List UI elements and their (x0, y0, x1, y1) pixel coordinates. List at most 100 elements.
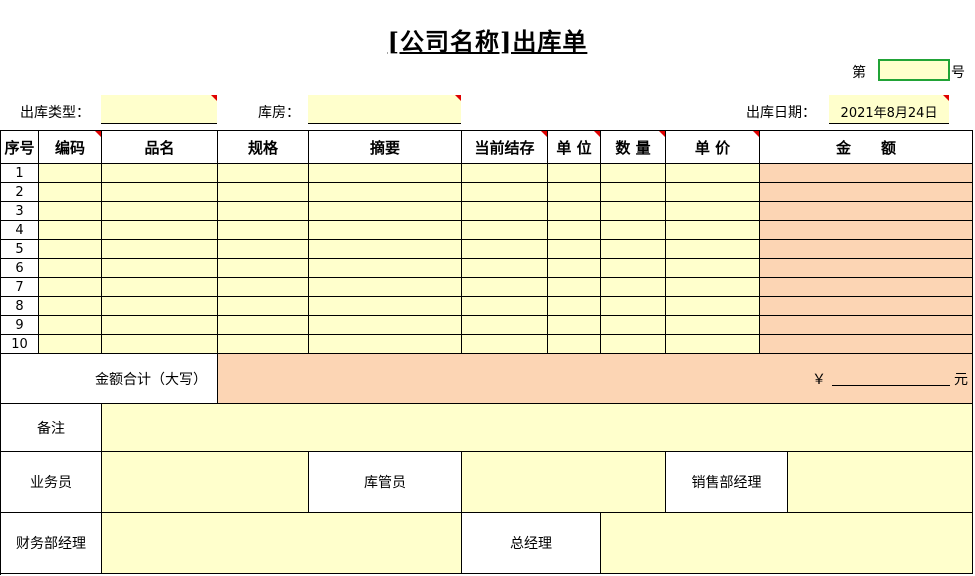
code-input[interactable] (39, 183, 102, 202)
summary-input[interactable] (309, 164, 462, 183)
qty-input[interactable] (601, 278, 666, 297)
price-input[interactable] (666, 240, 760, 259)
summary-input[interactable] (309, 259, 462, 278)
spec-input[interactable] (218, 316, 309, 335)
amount-input[interactable] (760, 259, 973, 278)
summary-input[interactable] (309, 278, 462, 297)
unit-input[interactable] (548, 202, 601, 221)
spec-input[interactable] (218, 183, 309, 202)
summary-input[interactable] (309, 335, 462, 354)
unit-input[interactable] (548, 316, 601, 335)
code-input[interactable] (39, 240, 102, 259)
balance-input[interactable] (462, 278, 548, 297)
spec-input[interactable] (218, 335, 309, 354)
amount-input[interactable] (760, 316, 973, 335)
spec-input[interactable] (218, 164, 309, 183)
outbound-type-input[interactable] (101, 95, 217, 124)
summary-input[interactable] (309, 221, 462, 240)
balance-input[interactable] (462, 297, 548, 316)
code-input[interactable] (39, 202, 102, 221)
balance-input[interactable] (462, 316, 548, 335)
code-input[interactable] (39, 278, 102, 297)
summary-input[interactable] (309, 202, 462, 221)
price-input[interactable] (666, 335, 760, 354)
name-input[interactable] (102, 316, 218, 335)
price-input[interactable] (666, 221, 760, 240)
unit-input[interactable] (548, 221, 601, 240)
name-input[interactable] (102, 202, 218, 221)
balance-input[interactable] (462, 221, 548, 240)
spec-input[interactable] (218, 202, 309, 221)
sales-manager-input[interactable] (788, 452, 973, 513)
price-input[interactable] (666, 259, 760, 278)
price-input[interactable] (666, 297, 760, 316)
unit-input[interactable] (548, 183, 601, 202)
balance-input[interactable] (462, 164, 548, 183)
qty-input[interactable] (601, 183, 666, 202)
spec-input[interactable] (218, 297, 309, 316)
code-input[interactable] (39, 259, 102, 278)
balance-input[interactable] (462, 259, 548, 278)
amount-input[interactable] (760, 164, 973, 183)
price-input[interactable] (666, 164, 760, 183)
finance-manager-input[interactable] (102, 513, 462, 574)
summary-input[interactable] (309, 183, 462, 202)
price-input[interactable] (666, 316, 760, 335)
qty-input[interactable] (601, 335, 666, 354)
amount-input[interactable] (760, 240, 973, 259)
amount-input[interactable] (760, 335, 973, 354)
remarks-input[interactable] (102, 404, 973, 452)
warehouse-input[interactable] (308, 95, 461, 124)
gm-input[interactable] (601, 513, 973, 574)
amount-input[interactable] (760, 221, 973, 240)
spec-input[interactable] (218, 240, 309, 259)
balance-input[interactable] (462, 335, 548, 354)
name-input[interactable] (102, 278, 218, 297)
unit-input[interactable] (548, 240, 601, 259)
name-input[interactable] (102, 259, 218, 278)
summary-input[interactable] (309, 297, 462, 316)
unit-input[interactable] (548, 164, 601, 183)
summary-input[interactable] (309, 240, 462, 259)
spec-input[interactable] (218, 278, 309, 297)
unit-input[interactable] (548, 335, 601, 354)
qty-input[interactable] (601, 164, 666, 183)
qty-input[interactable] (601, 221, 666, 240)
keeper-input[interactable] (462, 452, 666, 513)
salesperson-input[interactable] (102, 452, 309, 513)
unit-input[interactable] (548, 278, 601, 297)
qty-input[interactable] (601, 297, 666, 316)
name-input[interactable] (102, 240, 218, 259)
unit-input[interactable] (548, 259, 601, 278)
price-input[interactable] (666, 183, 760, 202)
price-input[interactable] (666, 202, 760, 221)
code-input[interactable] (39, 164, 102, 183)
amount-input[interactable] (760, 297, 973, 316)
name-input[interactable] (102, 164, 218, 183)
name-input[interactable] (102, 297, 218, 316)
price-input[interactable] (666, 278, 760, 297)
code-input[interactable] (39, 316, 102, 335)
qty-input[interactable] (601, 202, 666, 221)
balance-input[interactable] (462, 202, 548, 221)
spec-input[interactable] (218, 259, 309, 278)
amount-input[interactable] (760, 202, 973, 221)
unit-input[interactable] (548, 297, 601, 316)
name-input[interactable] (102, 221, 218, 240)
amount-input[interactable] (760, 278, 973, 297)
balance-input[interactable] (462, 240, 548, 259)
amount-input[interactable] (760, 183, 973, 202)
code-input[interactable] (39, 297, 102, 316)
code-input[interactable] (39, 335, 102, 354)
qty-input[interactable] (601, 259, 666, 278)
doc-no-input[interactable] (878, 59, 950, 81)
name-input[interactable] (102, 335, 218, 354)
total-amount-cell[interactable]: ￥ 元 (218, 354, 973, 404)
spec-input[interactable] (218, 221, 309, 240)
outbound-date-input[interactable]: 2021年8月24日 (829, 95, 949, 124)
balance-input[interactable] (462, 183, 548, 202)
total-amount-input[interactable] (832, 371, 950, 386)
qty-input[interactable] (601, 316, 666, 335)
name-input[interactable] (102, 183, 218, 202)
code-input[interactable] (39, 221, 102, 240)
